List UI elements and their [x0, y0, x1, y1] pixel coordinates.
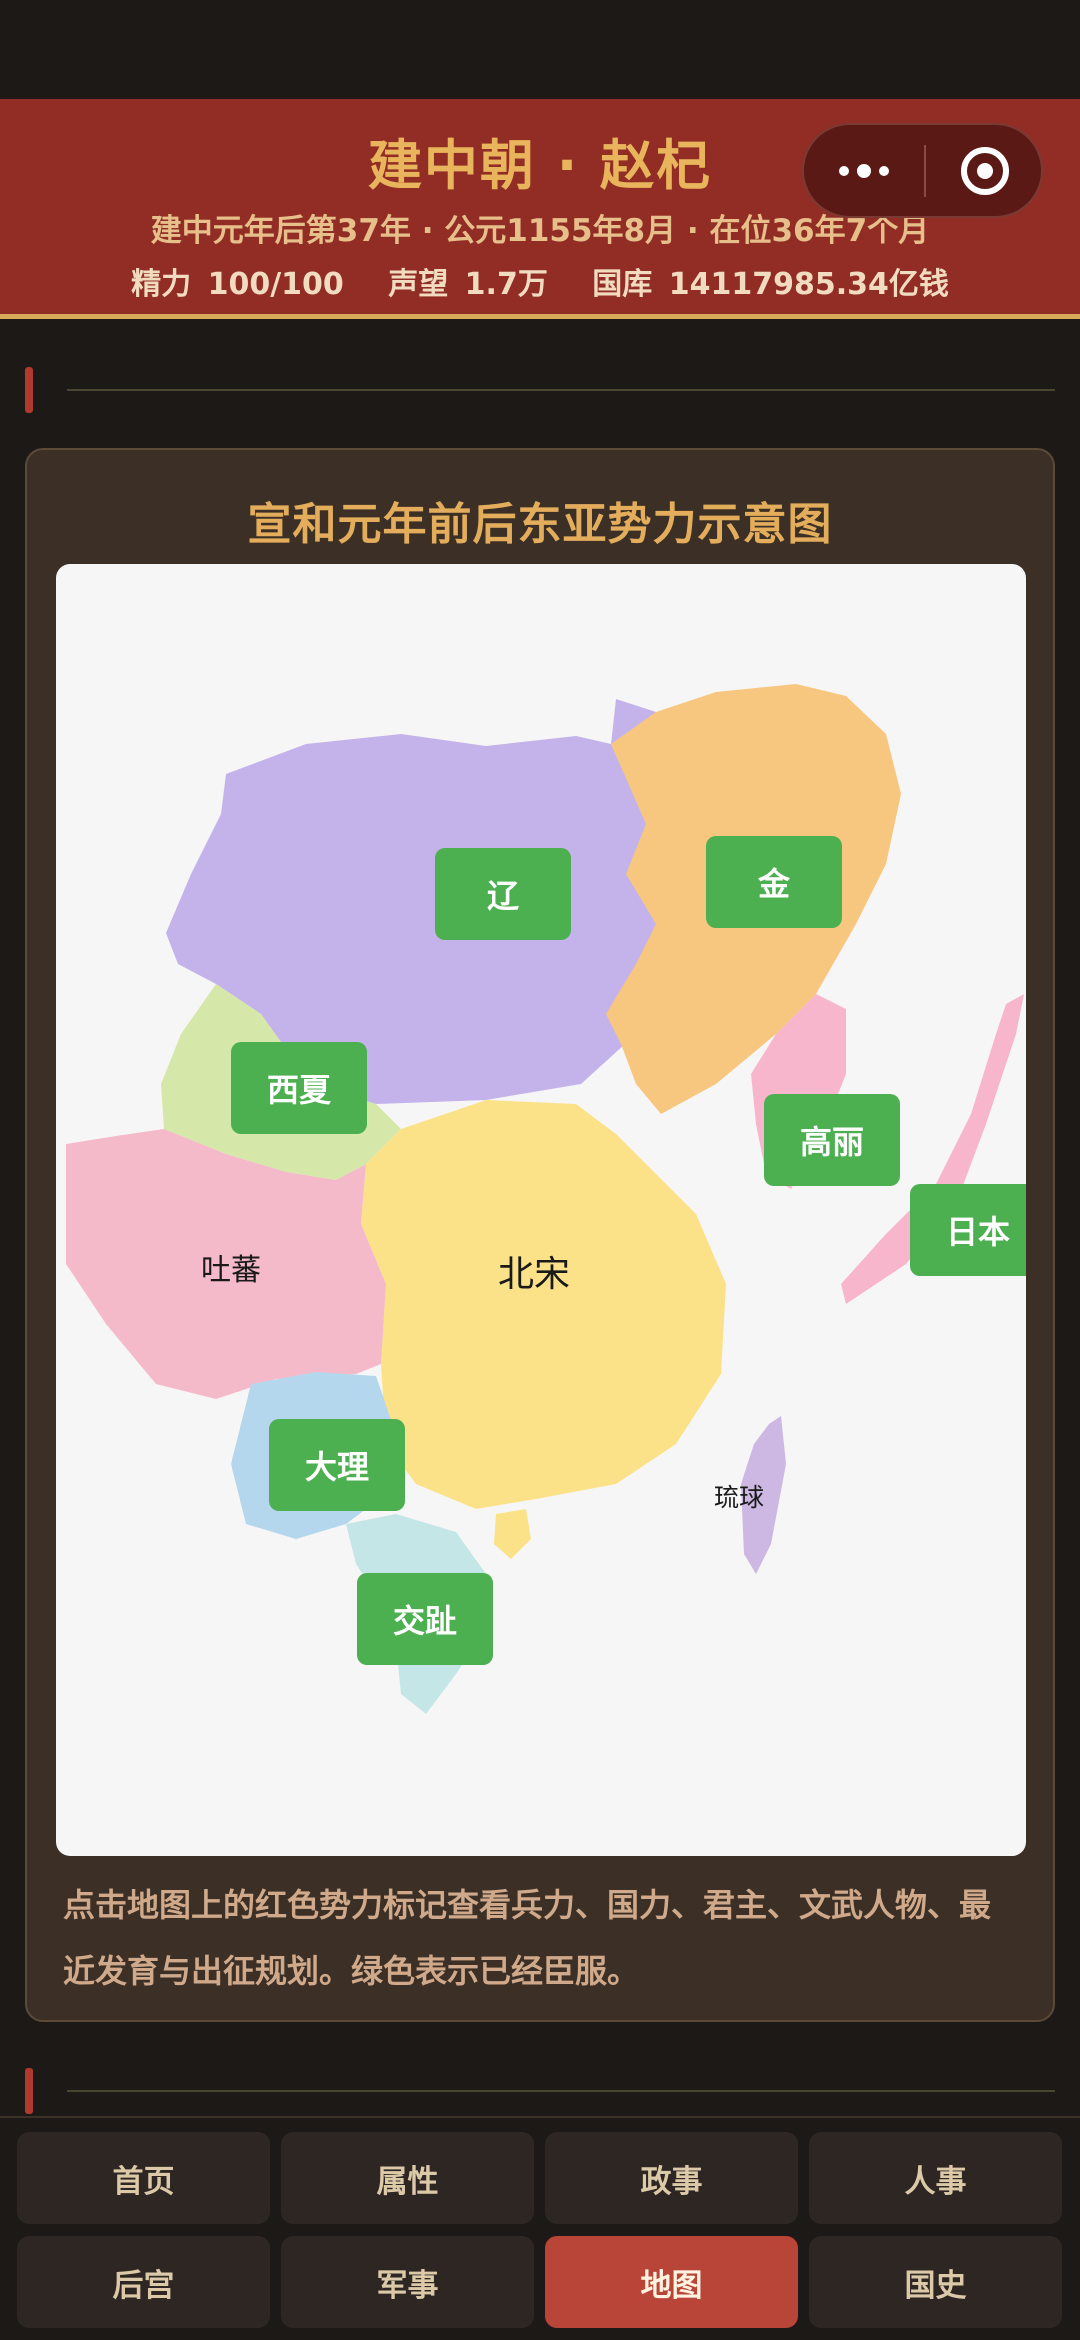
region-beisong [361, 1100, 726, 1509]
marker-dali[interactable]: 大理 [269, 1419, 405, 1511]
section-mark [25, 2068, 33, 2114]
section-line [67, 389, 1055, 391]
nav-harem[interactable]: 后宫 [17, 2236, 270, 2328]
section-line [67, 2090, 1055, 2092]
label-liuqiu: 琉球 [713, 1483, 765, 1512]
map-shapes [66, 684, 1024, 1714]
treasury-stat: 国库 14117985.34亿钱 [592, 267, 949, 302]
marker-goryeo[interactable]: 高丽 [764, 1094, 900, 1186]
section-mark [25, 367, 33, 413]
marker-jiaozhi[interactable]: 交趾 [357, 1573, 493, 1665]
more-dots-icon[interactable] [804, 125, 924, 216]
region-hainan [494, 1509, 531, 1559]
bottom-nav: 首页 属性 政事 人事 后宫 军事 地图 国史 [0, 2116, 1080, 2340]
nav-attributes[interactable]: 属性 [281, 2132, 534, 2224]
marker-jin[interactable]: 金 [706, 836, 842, 928]
label-beisong: 北宋 [497, 1254, 571, 1295]
marker-liao[interactable]: 辽 [435, 848, 571, 940]
nav-map[interactable]: 地图 [545, 2236, 798, 2328]
nav-home[interactable]: 首页 [17, 2132, 270, 2224]
map-card: 宣和元年前后东亚势力示意图 吐蕃 北宋 琉球 辽 金 西夏 高丽 日本 大理 交… [25, 448, 1055, 2022]
label-tubo: 吐蕃 [201, 1253, 261, 1288]
energy-stat: 精力 100/100 [131, 267, 344, 302]
nav-history[interactable]: 国史 [809, 2236, 1062, 2328]
section-divider-2 [25, 2068, 1055, 2118]
target-circle-icon[interactable] [926, 125, 1043, 216]
status-bar [0, 0, 1080, 99]
marker-xixia[interactable]: 西夏 [231, 1042, 367, 1134]
nav-military[interactable]: 军事 [281, 2236, 534, 2328]
marker-japan[interactable]: 日本 [910, 1184, 1026, 1276]
east-asia-map: 吐蕃 北宋 琉球 辽 金 西夏 高丽 日本 大理 交趾 [56, 564, 1026, 1856]
prestige-stat: 声望 1.7万 [388, 267, 548, 302]
miniprogram-capsule [802, 123, 1043, 218]
map-hint: 点击地图上的红色势力标记查看兵力、国力、君主、文武人物、最近发育与出征规划。绿色… [63, 1886, 992, 1990]
resource-stats: 精力 100/100 声望 1.7万 国库 14117985.34亿钱 [0, 259, 1080, 303]
map-title: 宣和元年前后东亚势力示意图 [247, 499, 833, 550]
section-divider [25, 367, 1055, 417]
nav-politics[interactable]: 政事 [545, 2132, 798, 2224]
nav-personnel[interactable]: 人事 [809, 2132, 1062, 2224]
